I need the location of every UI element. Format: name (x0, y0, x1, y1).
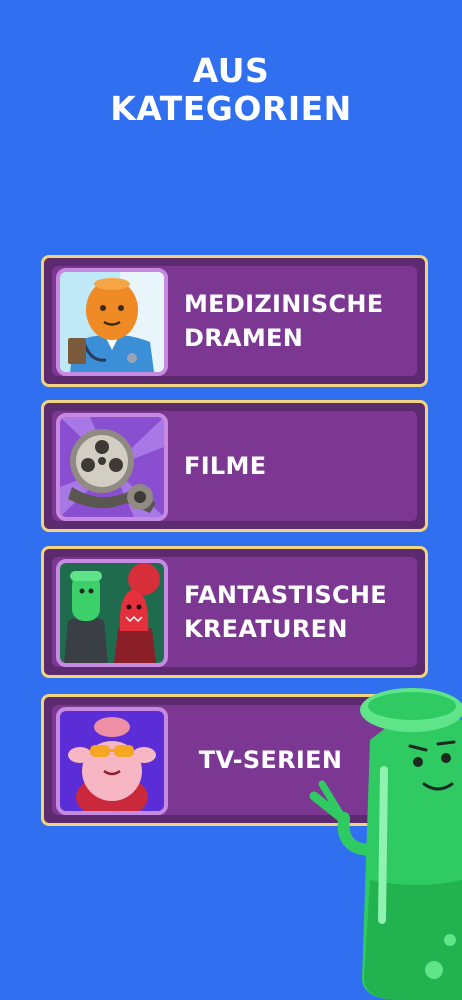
category-label: MEDIZINISCHE DRAMEN (184, 290, 384, 352)
category-label: FANTASTISCHE KREATUREN (184, 581, 387, 643)
doctor-character-icon (56, 268, 168, 376)
category-label: FILME (184, 452, 267, 480)
creatures-icon (56, 559, 168, 667)
green-tube-mascot-icon (309, 688, 462, 1000)
category-card-films[interactable]: FILME (41, 400, 428, 532)
title-line-1: AUS (192, 51, 270, 90)
film-reel-icon (56, 413, 168, 521)
turkey-sunglasses-icon (56, 707, 168, 815)
category-card-medical-dramas[interactable]: MEDIZINISCHE DRAMEN (41, 255, 428, 387)
title-line-2: KATEGORIEN (110, 89, 352, 128)
page-title: AUS KATEGORIEN (0, 52, 462, 128)
category-card-fantastic-creatures[interactable]: FANTASTISCHE KREATUREN (41, 546, 428, 678)
